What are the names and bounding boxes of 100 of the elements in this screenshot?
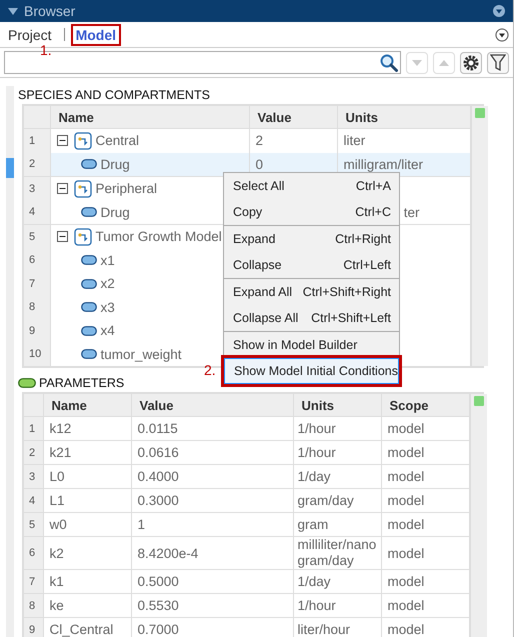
step-number: 1.: [40, 44, 52, 56]
tree-label: x3: [100, 300, 115, 315]
parameter-icon: [18, 378, 36, 388]
row-number: 9: [24, 618, 43, 637]
tree-label: Peripheral: [96, 181, 158, 196]
row-number: 8: [24, 296, 50, 319]
column-header[interactable]: Name: [50, 106, 249, 128]
settings-button[interactable]: [460, 52, 482, 74]
table-cell: model: [381, 570, 469, 594]
table-cell: k21: [43, 440, 131, 464]
table-cell: 0.0115: [131, 416, 293, 440]
table-cell: k12: [43, 416, 131, 440]
tree-row[interactable]: Drug: [50, 152, 249, 176]
table-cell: 0.5000: [131, 570, 293, 594]
table-cell: Cl_Central: [43, 618, 131, 637]
down-arrow-icon: [412, 60, 422, 66]
row-number: 4: [24, 488, 43, 512]
species-icon: [80, 302, 96, 312]
table-cell: 1/hour: [293, 416, 381, 440]
row-number: 1: [24, 416, 43, 440]
species-icon: [80, 255, 96, 266]
tree-label: x2: [100, 276, 115, 292]
row-number: 2: [24, 440, 43, 464]
selection-marker: [6, 158, 14, 178]
table-cell: model: [381, 594, 469, 618]
table-cell: gram: [293, 512, 381, 536]
column-header[interactable]: Units: [293, 394, 381, 416]
collapse-icon[interactable]: [56, 183, 68, 194]
section-title-text: PARAMETERS: [39, 375, 124, 392]
row-number: 8: [24, 594, 43, 618]
row-number: 9: [24, 319, 50, 342]
table-cell: k2: [43, 536, 131, 570]
row-number: 7: [24, 272, 50, 296]
table-cell: 8.4200e-4: [131, 536, 293, 570]
row-number: 7: [24, 570, 43, 594]
up-arrow-icon: [439, 60, 449, 66]
table-cell: 1/day: [293, 570, 381, 594]
compartment-icon: [74, 132, 92, 150]
tree-label: Drug: [100, 156, 130, 172]
table-cell: L1: [43, 488, 131, 512]
filter-icon: [490, 54, 506, 72]
table-cell: L0: [43, 464, 131, 488]
table-cell: k1: [43, 570, 131, 594]
table-cell: model: [381, 618, 469, 637]
compartment-icon: [74, 180, 92, 198]
tree-label: x4: [100, 323, 115, 338]
gear-icon: [463, 54, 479, 70]
table-cell: 0.4000: [131, 464, 293, 488]
table-cell: 1: [131, 512, 293, 536]
compartment-icon: [74, 228, 92, 246]
menu-item[interactable]: Show Model Initial Conditions: [224, 358, 399, 384]
highlighted-tab[interactable]: Model: [70, 24, 122, 46]
table-cell: ke: [43, 594, 131, 618]
table-cell: model: [381, 464, 469, 488]
collapse-icon[interactable]: [56, 231, 68, 242]
row-number: 2: [24, 152, 50, 176]
table-cell: model: [381, 488, 469, 512]
species-icon: [80, 207, 96, 218]
panel-title: Browser: [24, 3, 76, 19]
species-icon: [80, 159, 96, 170]
collapse-icon[interactable]: [56, 135, 68, 146]
table-cell: 1/hour: [293, 594, 381, 618]
status-indicator: [474, 108, 484, 118]
tree-label: Central: [96, 133, 140, 148]
column-header[interactable]: Scope: [381, 394, 469, 416]
row-number: 5: [24, 512, 43, 536]
table-cell: liter/hour: [293, 618, 381, 637]
row-number: 3: [24, 176, 50, 200]
table-cell: 0.3000: [131, 488, 293, 512]
status-indicator: [474, 396, 484, 406]
row-number: 5: [24, 224, 50, 248]
table-cell: model: [381, 512, 469, 536]
table-cell: milligram/liter: [337, 152, 470, 176]
species-icon: [80, 326, 96, 336]
tree-label: Tumor Growth Model: [96, 229, 222, 244]
table-cell: 1/hour: [293, 440, 381, 464]
table-cell: model: [381, 416, 469, 440]
panel-menu-icon[interactable]: [493, 5, 505, 17]
column-header[interactable]: Name: [43, 394, 131, 416]
section-title: SPECIES AND COMPARTMENTS: [18, 87, 211, 104]
table-cell: 1/day: [293, 464, 381, 488]
row-number: 4: [24, 200, 50, 224]
table-cell: model: [381, 440, 469, 464]
column-header[interactable]: Units: [337, 106, 470, 128]
row-number: 6: [24, 536, 43, 570]
column-header[interactable]: Value: [131, 394, 293, 416]
table-cell: gram/day: [293, 488, 381, 512]
row-number: 10: [24, 342, 50, 366]
tab[interactable]: Project: [4, 24, 56, 44]
search-icon: [380, 54, 398, 72]
table-cell: 0.5530: [131, 594, 293, 618]
table-cell: model: [381, 536, 469, 570]
table-cell: w0: [43, 512, 131, 536]
species-icon: [80, 278, 96, 289]
tree-label: Drug: [100, 204, 130, 220]
filter-button[interactable]: [487, 52, 509, 74]
column-header[interactable]: Value: [249, 106, 337, 128]
species-icon: [80, 349, 96, 360]
row-number: 3: [24, 464, 43, 488]
dropdown-icon[interactable]: [495, 28, 509, 42]
